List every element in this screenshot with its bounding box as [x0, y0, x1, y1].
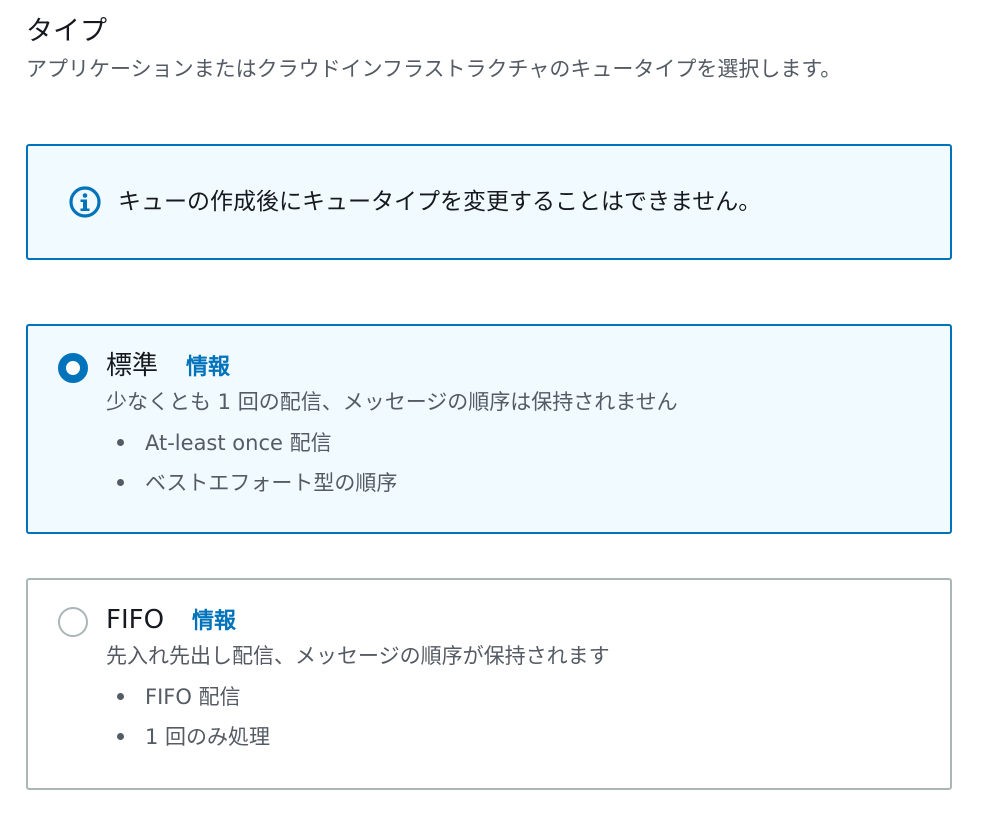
standard-feature-text: ベストエフォート型の順序: [145, 471, 398, 495]
bullet-icon: [117, 732, 124, 740]
fifo-radio-button[interactable]: [58, 607, 88, 637]
standard-info-link[interactable]: 情報: [186, 350, 230, 386]
info-alert: キューの作成後にキュータイプを変更することはできません。: [26, 144, 952, 260]
queue-type-section: タイプ アプリケーションまたはクラウドインフラストラクチャのキュータイプを選択し…: [26, 14, 956, 84]
standard-title-row: 標準 情報: [106, 348, 930, 384]
standard-option-body: 標準 情報 少なくとも 1 回の配信、メッセージの順序は保持されません At-l…: [106, 348, 930, 502]
fifo-option-body: FIFO 情報 先入れ先出し配信、メッセージの順序が保持されます FIFO 配信…: [106, 602, 930, 756]
fifo-title-row: FIFO 情報: [106, 602, 930, 638]
queue-type-option-standard[interactable]: 標準 情報 少なくとも 1 回の配信、メッセージの順序は保持されません At-l…: [26, 324, 952, 534]
standard-feature-text: At-least once 配信: [145, 431, 332, 455]
type-description: アプリケーションまたはクラウドインフラストラクチャのキュータイプを選択します。: [26, 57, 842, 81]
bullet-icon: [117, 438, 124, 446]
alert-message: キューの作成後にキュータイプを変更することはできません。: [118, 189, 762, 215]
fifo-feature-text: FIFO 配信: [145, 685, 241, 709]
standard-option-title: 標準: [106, 351, 159, 381]
standard-feature-list: At-least once 配信 ベストエフォート型の順序: [106, 422, 930, 502]
list-item: ベストエフォート型の順序: [106, 462, 930, 502]
list-item: 1 回のみ処理: [106, 716, 930, 756]
bullet-icon: [117, 478, 124, 486]
bullet-icon: [117, 692, 124, 700]
fifo-feature-text: 1 回のみ処理: [145, 725, 271, 749]
standard-option-description: 少なくとも 1 回の配信、メッセージの順序は保持されません: [106, 390, 678, 414]
fifo-info-link[interactable]: 情報: [192, 604, 236, 640]
type-heading: タイプ: [26, 16, 107, 47]
list-item: At-least once 配信: [106, 422, 930, 462]
fifo-option-description: 先入れ先出し配信、メッセージの順序が保持されます: [106, 644, 610, 668]
fifo-feature-list: FIFO 配信 1 回のみ処理: [106, 676, 930, 756]
fifo-option-title: FIFO: [106, 605, 165, 635]
queue-type-option-fifo[interactable]: FIFO 情報 先入れ先出し配信、メッセージの順序が保持されます FIFO 配信…: [26, 578, 952, 790]
info-icon: [69, 186, 101, 218]
list-item: FIFO 配信: [106, 676, 930, 716]
standard-radio-button[interactable]: [58, 353, 88, 383]
